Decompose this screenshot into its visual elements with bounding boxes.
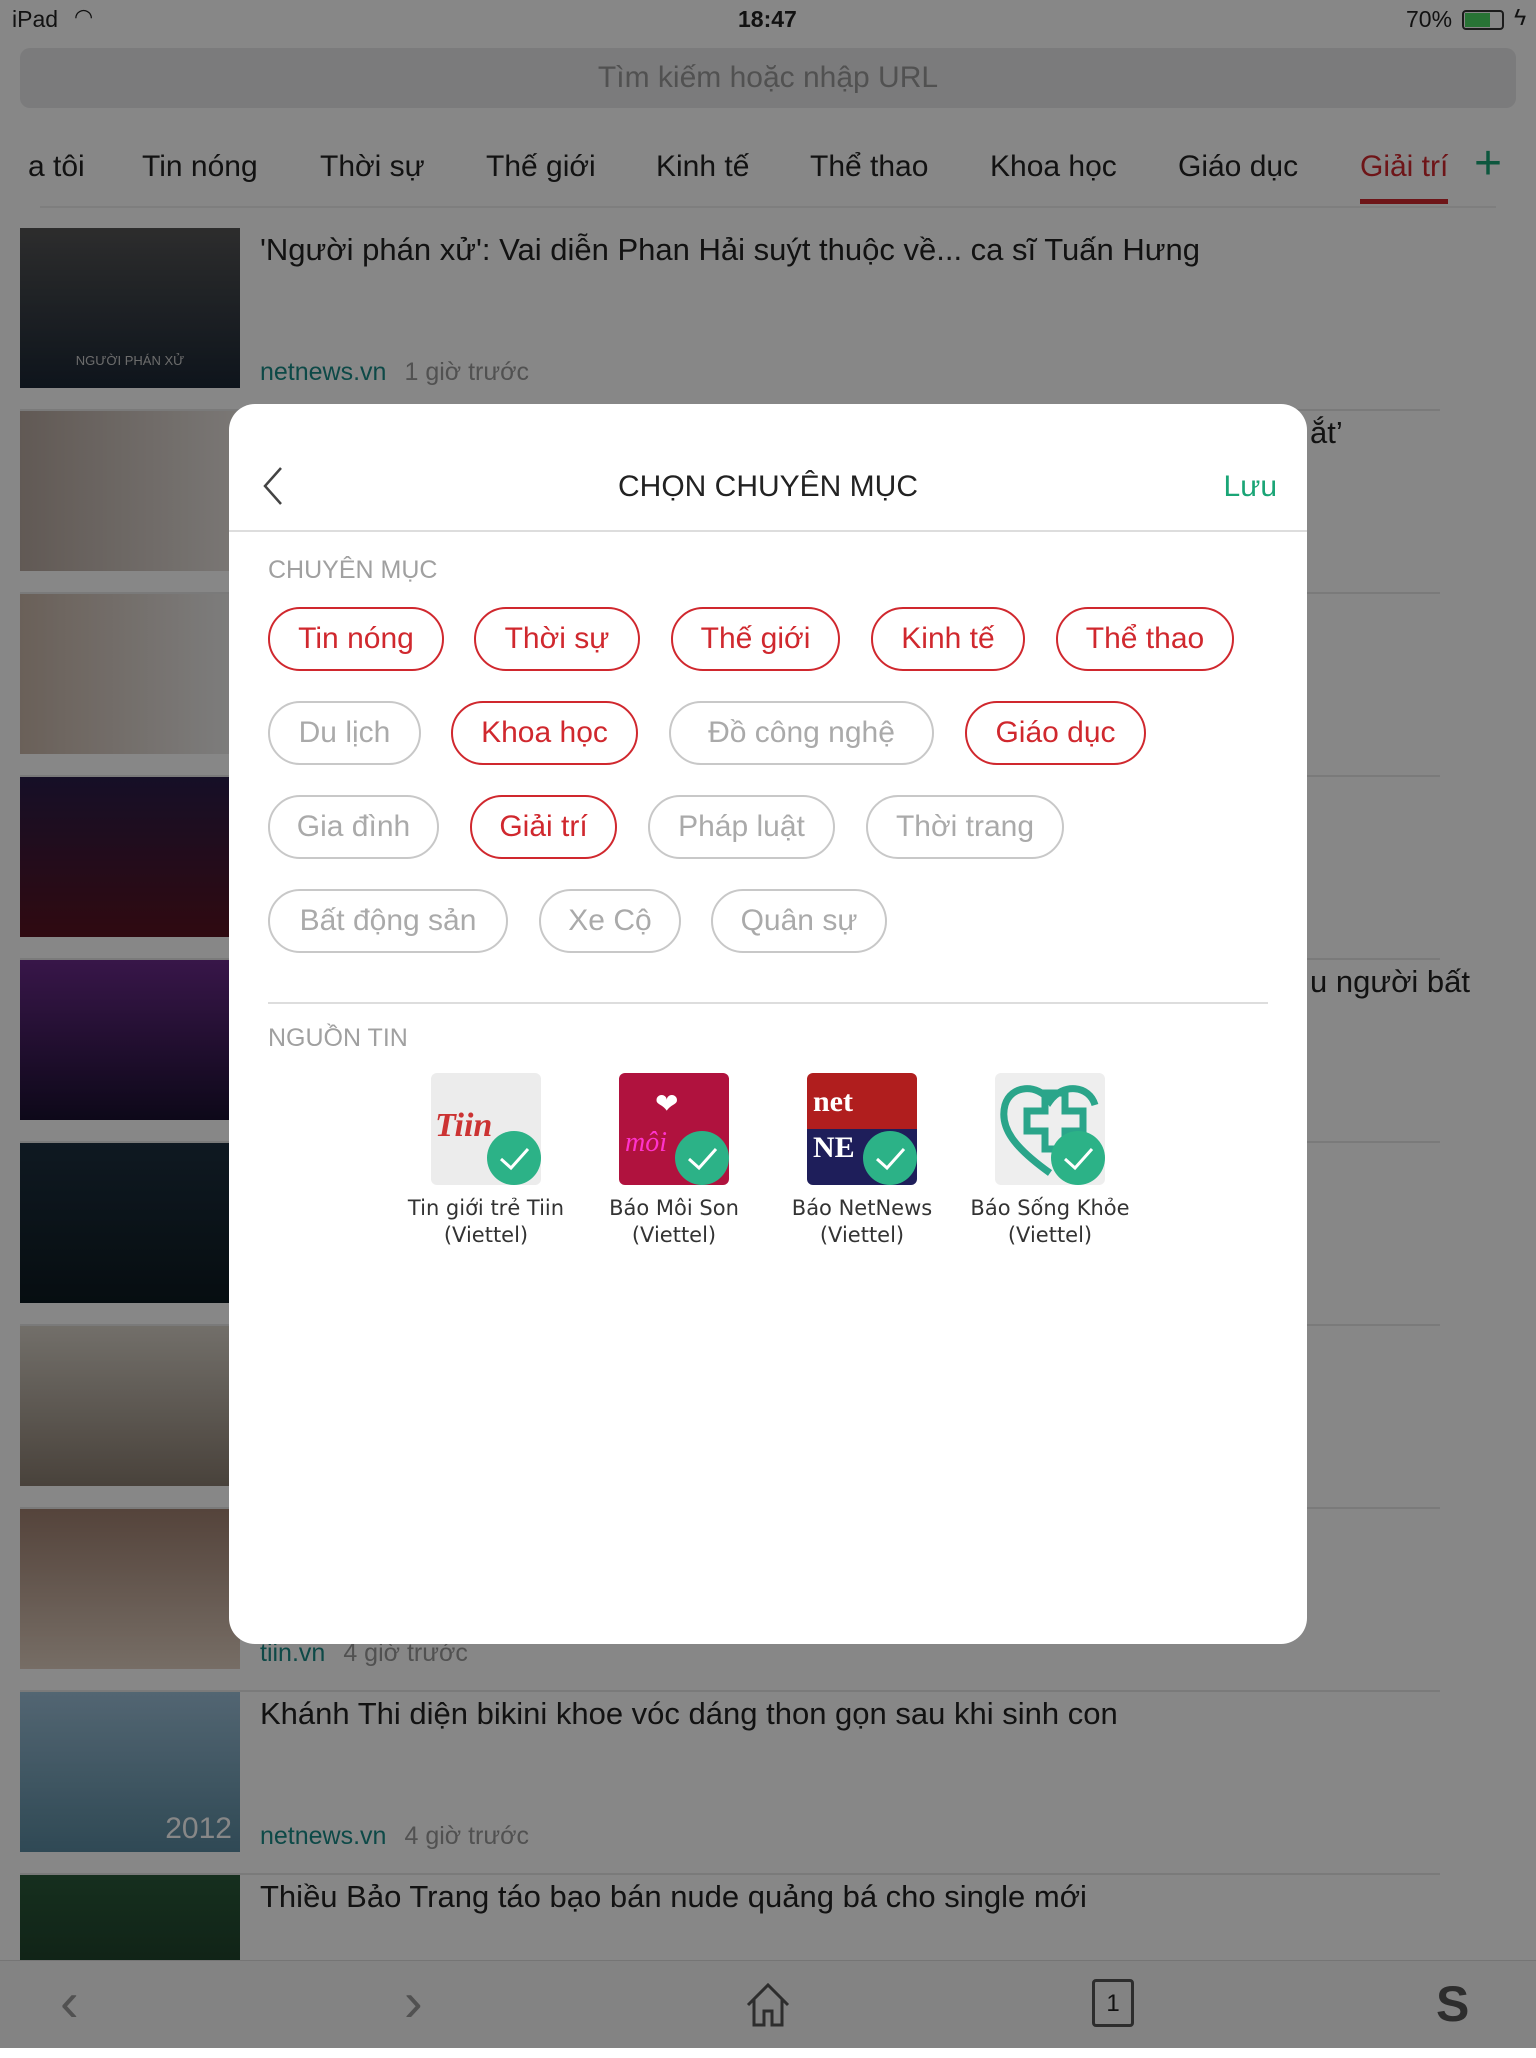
tiin-logo: Tiin [431,1073,541,1185]
checkmark-icon [863,1131,917,1185]
source-name: Báo NetNews [791,1196,933,1220]
source-provider: (Viettel) [631,1223,717,1247]
chip-du-lich[interactable]: Du lịch [268,701,421,765]
source-name: Báo Môi Son [609,1196,739,1220]
checkmark-icon [675,1131,729,1185]
source-name: Báo Sống Khỏe [970,1196,1130,1220]
chip-the-thao[interactable]: Thể thao [1056,607,1234,671]
song-khoe-logo [995,1073,1105,1185]
section-divider [268,1002,1268,1004]
chip-quan-su[interactable]: Quân sự [711,889,887,953]
category-picker-modal: CHỌN CHUYÊN MỤC Lưu CHUYÊN MỤC Tin nóng … [229,404,1307,1644]
chip-giao-duc[interactable]: Giáo dục [965,701,1146,765]
source-moi-son[interactable]: ❤ môi Báo Môi Son (Viettel) [579,1073,769,1249]
logo-text: Tiin [435,1107,493,1144]
chip-giai-tri[interactable]: Giải trí [470,795,617,859]
chip-kinh-te[interactable]: Kinh tế [871,607,1025,671]
moi-son-logo: ❤ môi [619,1073,729,1185]
chip-tin-nong[interactable]: Tin nóng [268,607,444,671]
source-song-khoe[interactable]: Báo Sống Khỏe (Viettel) [955,1073,1145,1249]
chip-thoi-su[interactable]: Thời sự [474,607,640,671]
chip-thoi-trang[interactable]: Thời trang [866,795,1064,859]
logo-text: môi [625,1127,667,1158]
save-button[interactable]: Lưu [1224,470,1277,504]
sources-section-label: NGUỒN TIN [268,1024,408,1052]
header-divider [229,530,1307,532]
logo-text: net [813,1085,853,1118]
source-provider: (Viettel) [819,1223,905,1247]
source-provider: (Viettel) [1007,1223,1093,1247]
source-provider: (Viettel) [443,1223,529,1247]
lips-icon: ❤ [655,1088,679,1119]
chip-bat-dong-san[interactable]: Bất động sản [268,889,508,953]
chip-gia-dinh[interactable]: Gia đình [268,795,439,859]
chip-phap-luat[interactable]: Pháp luật [648,795,835,859]
chip-do-cong-nghe[interactable]: Đồ công nghệ [669,701,934,765]
chip-the-gioi[interactable]: Thế giới [671,607,840,671]
modal-title: CHỌN CHUYÊN MỤC [618,470,918,503]
netnews-logo: net NE [807,1073,917,1185]
categories-section-label: CHUYÊN MỤC [268,556,438,584]
chip-xe-co[interactable]: Xe Cộ [539,889,681,953]
source-name: Tin giới trẻ Tiin [407,1196,565,1220]
chip-khoa-hoc[interactable]: Khoa học [451,701,638,765]
checkmark-icon [487,1131,541,1185]
source-tiin[interactable]: Tiin Tin giới trẻ Tiin (Viettel) [391,1073,581,1249]
checkmark-icon [1051,1131,1105,1185]
source-netnews[interactable]: net NE Báo NetNews (Viettel) [767,1073,957,1249]
